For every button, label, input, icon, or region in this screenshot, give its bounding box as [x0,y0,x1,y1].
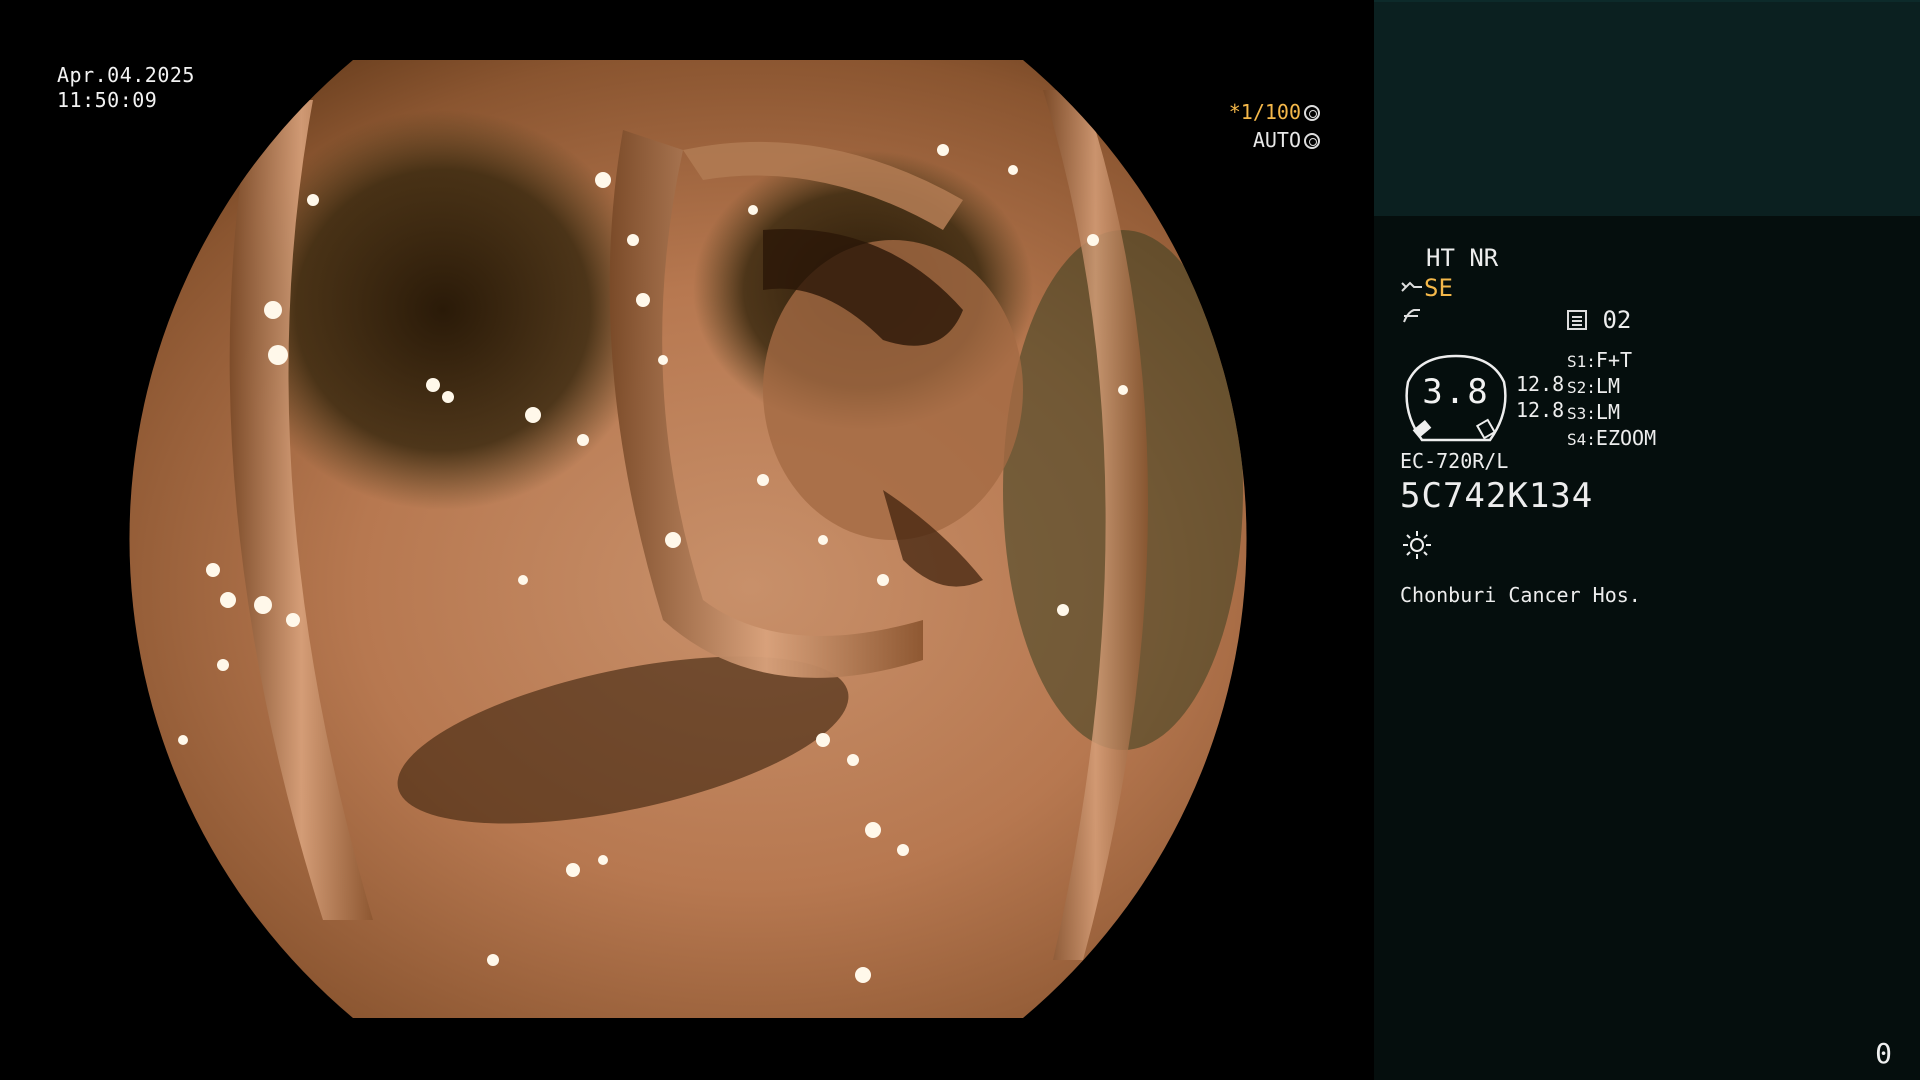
info-panel: HT NR SE 02 3.8 12.8 12.8 S1:F+T S2:LM S… [1374,0,1920,1080]
memory-row: 02 [1566,306,1631,334]
exposure-mode: AUTO [1252,128,1301,152]
mode-line: HT NR [1426,244,1499,272]
switch-row-3: S3:LM [1567,400,1620,424]
time-text: 11:50:09 [57,88,158,112]
memory-label: 02 [1602,306,1632,334]
switch-row-4: S4:EZOOM [1567,426,1657,450]
switch-row-1: S1:F+T [1567,348,1633,372]
endoscopic-image [129,60,1247,1018]
freeze-off-icon [1403,309,1420,323]
zoom-value: 3.8 [1422,372,1490,412]
capture-settings: *1/100 AUTO [1229,98,1320,154]
memory-icon [1567,310,1587,330]
timestamp: Apr.04.2025 11:50:09 [57,63,195,113]
se-label: SE [1424,274,1453,302]
panel-header-area [1374,0,1920,216]
scope-serial: 5C742K134 [1400,476,1594,516]
frame-number: 0 [1875,1037,1892,1070]
gain-bottom: 12.8 [1516,398,1565,422]
endoscope-viewport: Apr.04.2025 11:50:09 *1/100 AUTO [0,0,1374,1080]
switch-list: S1:F+T S2:LM S3:LM S4:EZOOM [1567,348,1656,452]
sun-icon [1403,531,1431,559]
switch-row-2: S2:LM [1567,374,1620,398]
date-text: Apr.04.2025 [57,63,195,87]
scope-model: EC-720R/L [1400,449,1509,473]
scope-tip-icon [1401,281,1422,292]
exposure-icon [1304,133,1320,149]
shutter-speed: *1/100 [1228,100,1301,124]
gain-top: 12.8 [1516,372,1565,396]
freeze-row [1400,304,1424,332]
iris-icon [1304,105,1320,121]
hospital-name: Chonburi Cancer Hos. [1400,583,1641,607]
se-row: SE [1400,274,1453,302]
